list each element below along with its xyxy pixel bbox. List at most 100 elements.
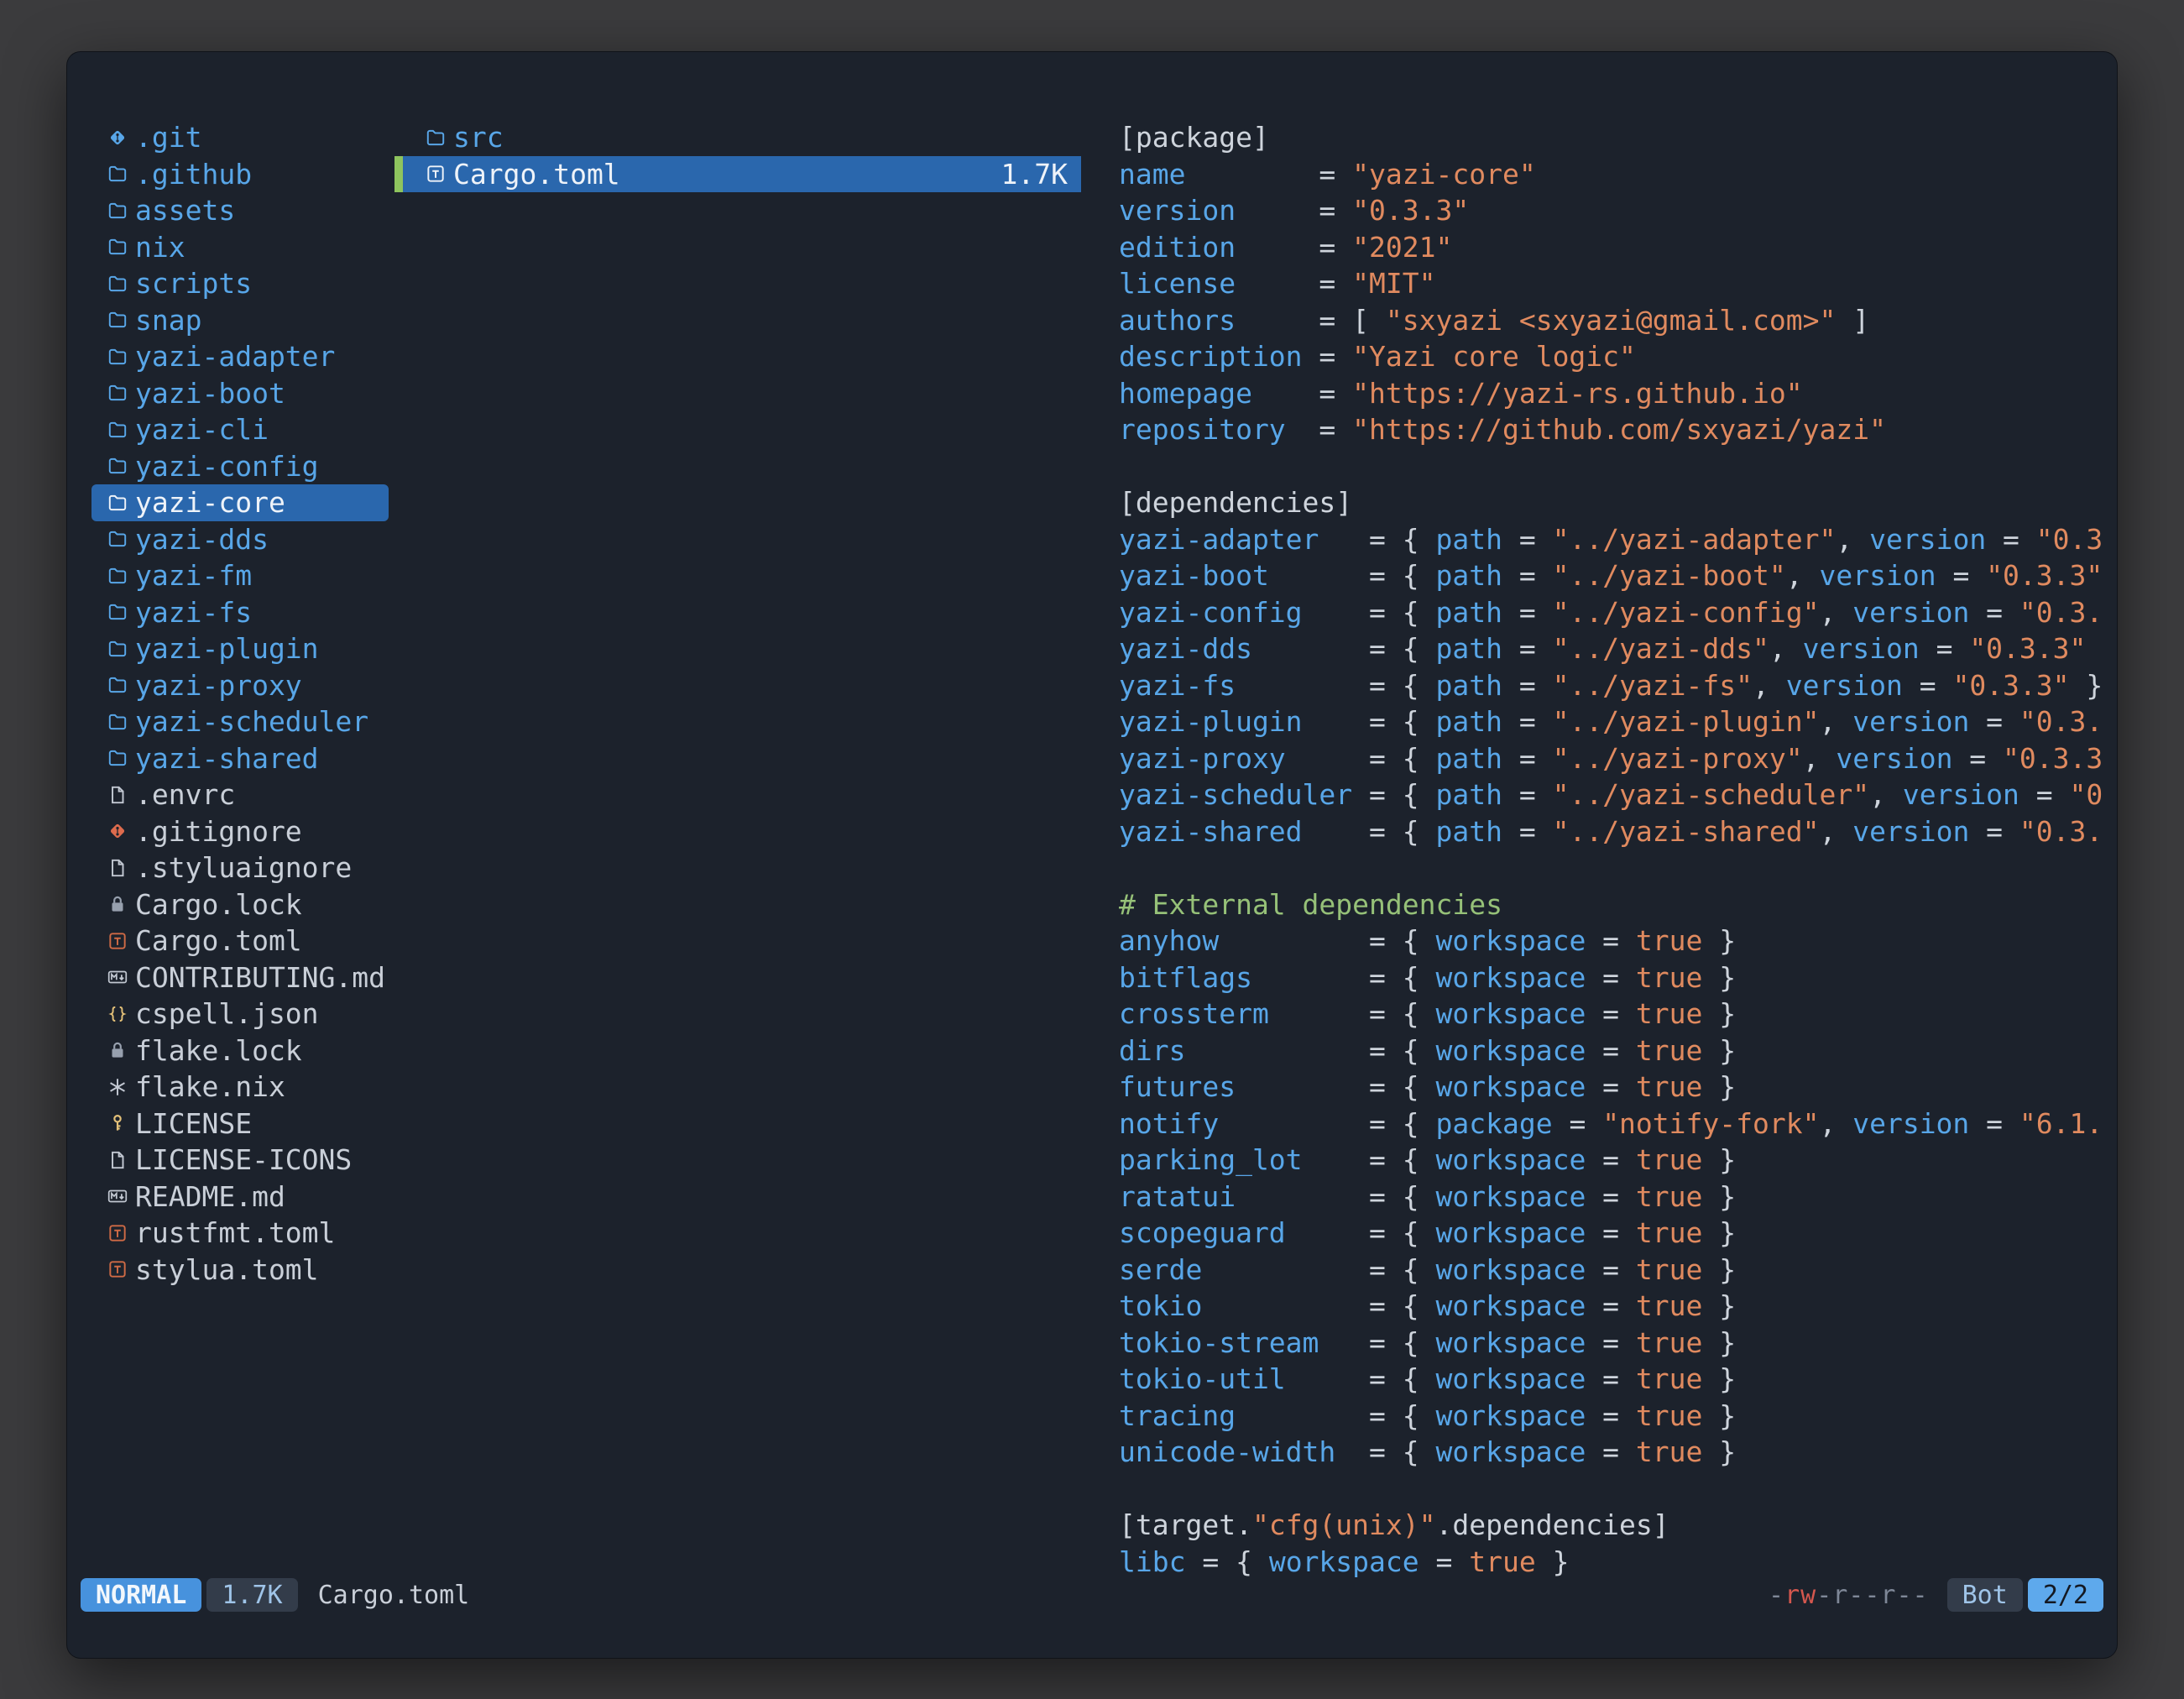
folder-icon [425,127,453,149]
folder-icon [107,601,135,623]
dir-item-yazi-scheduler[interactable]: yazi-scheduler [91,703,389,740]
file-item-rustfmt-toml[interactable]: rustfmt.toml [91,1215,389,1252]
preview-line: yazi-shared = { path = "../yazi-shared",… [1119,813,2103,850]
lock-icon [107,1039,135,1061]
dir-item-src[interactable]: src [394,119,1081,156]
scroll-position-label: Bot [1947,1578,2023,1612]
preview-line: version = "0.3.3" [1119,192,2103,229]
item-label: yazi-adapter [135,340,335,373]
file-item-readme-md[interactable]: README.md [91,1179,389,1215]
file-item-envrc[interactable]: .envrc [91,776,389,813]
item-label: .github [135,158,252,191]
preview-line: # External dependencies [1119,886,2103,923]
preview-line: tokio-stream = { workspace = true } [1119,1325,2103,1362]
preview-line: yazi-plugin = { path = "../yazi-plugin",… [1119,703,2103,740]
file-item-gitignore[interactable]: .gitignore [91,813,389,850]
dir-item-yazi-proxy[interactable]: yazi-proxy [91,667,389,704]
preview-line: yazi-proxy = { path = "../yazi-proxy", v… [1119,740,2103,777]
folder-icon [107,711,135,733]
current-directory-pane: srcCargo.toml1.7K [394,119,1081,192]
preview-line: [package] [1119,119,2103,156]
preview-line [1119,850,2103,886]
preview-line: name = "yazi-core" [1119,156,2103,193]
file-icon [107,857,135,879]
file-item-license-icons[interactable]: LICENSE-ICONS [91,1142,389,1179]
item-label: flake.nix [135,1070,285,1103]
folder-icon [107,382,135,404]
dir-item-yazi-plugin[interactable]: yazi-plugin [91,630,389,667]
preview-line: yazi-config = { path = "../yazi-config",… [1119,594,2103,631]
preview-line: yazi-scheduler = { path = "../yazi-sched… [1119,776,2103,813]
parent-directory-pane: .git.githubassetsnixscripts snapyazi-adap… [91,119,389,1288]
dir-item-yazi-fm[interactable]: yazi-fm [91,557,389,594]
item-label: Cargo.toml [135,924,302,957]
preview-line: libc = { workspace = true } [1119,1544,2103,1581]
dir-item-snap[interactable]: snap [91,302,389,339]
dir-item-yazi-shared[interactable]: yazi-shared [91,740,389,777]
preview-line: anyhow = { workspace = true } [1119,923,2103,959]
preview-line: authors = [ "sxyazi <sxyazi@gmail.com>" … [1119,302,2103,339]
folder-icon [107,163,135,185]
item-label: LICENSE-ICONS [135,1143,352,1176]
dir-item-yazi-boot[interactable]: yazi-boot [91,375,389,412]
file-item-cargo-toml[interactable]: Cargo.toml1.7K [394,156,1081,193]
dir-item-assets[interactable]: assets [91,192,389,229]
item-label: yazi-boot [135,377,285,410]
item-label: src [453,121,504,154]
cursor-position-badge: 2/2 [2028,1578,2103,1612]
toml-icon [107,1222,135,1244]
markdown-icon [107,966,135,988]
item-label: yazi-proxy [135,669,302,702]
nix-icon [107,1076,135,1098]
status-bar-left: NORMAL 1.7K Cargo.toml [81,1578,469,1612]
preview-line: dirs = { workspace = true } [1119,1032,2103,1069]
folder-icon [107,309,135,331]
dir-item-nix[interactable]: nix [91,229,389,266]
preview-line: scopeguard = { workspace = true } [1119,1215,2103,1252]
file-item-stylua-toml[interactable]: stylua.toml [91,1252,389,1289]
file-item-contributing-md[interactable]: CONTRIBUTING.md [91,959,389,996]
dir-item-yazi-adapter[interactable]: yazi-adapter [91,338,389,375]
dir-item-yazi-dds[interactable]: yazi-dds [91,521,389,558]
file-item-cargo-lock[interactable]: Cargo.lock [91,886,389,923]
folder-icon [107,674,135,696]
preview-line: homepage = "https://yazi-rs.github.io" [1119,375,2103,412]
file-item-flake-nix[interactable]: flake.nix [91,1069,389,1106]
preview-line: yazi-adapter = { path = "../yazi-adapter… [1119,521,2103,558]
folder-icon [107,747,135,769]
preview-line: [dependencies] [1119,484,2103,521]
mode-badge: NORMAL [81,1578,201,1612]
file-size-chip: 1.7K [206,1578,297,1612]
item-label: .gitignore [135,815,302,848]
item-label: snap [135,304,201,337]
dir-item-scripts[interactable]: scripts [91,265,389,302]
file-item-license[interactable]: LICENSE [91,1106,389,1142]
preview-line: yazi-fs = { path = "../yazi-fs", version… [1119,667,2103,704]
item-label: scripts [135,267,252,300]
item-label: yazi-scheduler [135,705,368,738]
terminal-window: .git.githubassetsnixscriptssnapyazi-adap… [67,52,2117,1658]
item-label: yazi-core [135,486,285,519]
file-item-cspell-json[interactable]: cspell.json [91,996,389,1032]
item-label: yazi-shared [135,742,319,775]
file-item-cargo-toml[interactable]: Cargo.toml [91,923,389,959]
dir-item-yazi-config[interactable]: yazi-config [91,448,389,485]
item-label: yazi-config [135,450,319,483]
lock-icon [107,893,135,915]
dir-item-yazi-core[interactable]: yazi-core [91,484,389,521]
dir-item-yazi-cli[interactable]: yazi-cli [91,411,389,448]
file-icon [107,1149,135,1171]
file-item-styluaignore[interactable]: .styluaignore [91,850,389,886]
dir-item-git[interactable]: .git [91,119,389,156]
dir-item-github[interactable]: .github [91,156,389,193]
preview-line: [target."cfg(unix)".dependencies] [1119,1507,2103,1544]
dir-item-yazi-fs[interactable]: yazi-fs [91,594,389,631]
folder-icon [107,273,135,295]
key-icon [107,1112,135,1134]
toml-icon [107,1258,135,1280]
folder-icon [107,528,135,550]
preview-line: tokio = { workspace = true } [1119,1288,2103,1325]
item-label: README.md [135,1180,285,1213]
file-item-flake-lock[interactable]: flake.lock [91,1032,389,1069]
item-label: yazi-cli [135,413,269,446]
